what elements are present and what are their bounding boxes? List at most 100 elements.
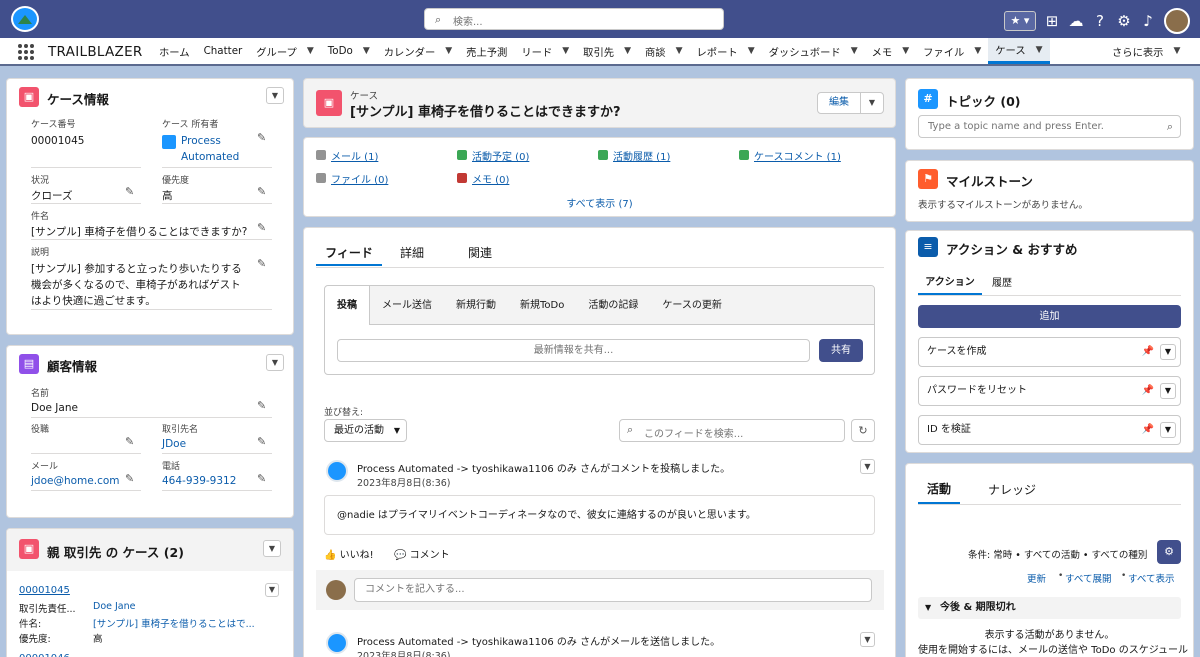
chevron-down-icon[interactable]: ▼ — [748, 46, 755, 56]
pin-icon[interactable]: 📌 — [1142, 338, 1154, 366]
edit-role-icon[interactable]: ✎ — [125, 435, 134, 448]
phone-link[interactable]: 464-939-9312 — [162, 475, 236, 487]
app-launcher-icon[interactable] — [18, 44, 34, 60]
chevron-down-icon[interactable]: ▼ — [363, 46, 370, 56]
post-menu-button[interactable]: ▼ — [860, 459, 875, 474]
related-link-notes[interactable]: メモ (0) — [472, 171, 509, 186]
account-link[interactable]: JDoe — [162, 438, 186, 450]
tab-details[interactable]: 詳細 — [400, 244, 424, 261]
tab-history[interactable]: 履歴 — [992, 274, 1012, 289]
publisher-tab-0[interactable]: 投稿 — [325, 286, 370, 325]
nav-item-12[interactable]: ファイル ▼ — [916, 38, 988, 64]
topic-input[interactable]: Type a topic name and press Enter. ⌕ — [918, 115, 1181, 138]
edit-button[interactable]: 編集 — [817, 92, 861, 114]
help-icon[interactable]: ? — [1092, 13, 1108, 29]
customer-menu-button[interactable]: ▼ — [266, 354, 284, 371]
publisher-tab-1[interactable]: メール送信 — [370, 286, 444, 325]
related-link-files[interactable]: ファイル (0) — [331, 171, 388, 186]
refresh-link[interactable]: 更新 — [1027, 571, 1046, 585]
parent-cases-menu-button[interactable]: ▼ — [263, 540, 281, 557]
like-button[interactable]: 👍 いいね! — [324, 546, 374, 561]
nav-item-7[interactable]: 取引先 ▼ — [576, 38, 638, 64]
email-link[interactable]: jdoe@home.com — [31, 475, 120, 487]
chevron-down-icon[interactable]: ▼ — [974, 46, 981, 56]
chevron-down-icon[interactable]: ▼ — [1160, 422, 1176, 438]
parent-case-number-link[interactable]: 00001045 — [19, 585, 70, 596]
publisher-tab-3[interactable]: 新規ToDo — [508, 286, 576, 325]
subject-link[interactable]: [サンプル] 車椅子を借りることはで... — [93, 616, 255, 630]
edit-priority-icon[interactable]: ✎ — [257, 185, 266, 198]
action-item[interactable]: ケースを作成 📌 ▼ — [918, 337, 1181, 367]
edit-account-icon[interactable]: ✎ — [257, 435, 266, 448]
chevron-down-icon[interactable]: ▼ — [1160, 344, 1176, 360]
chevron-down-icon[interactable]: ▼ — [851, 46, 858, 56]
share-button[interactable]: 共有 — [819, 339, 863, 362]
trailhead-logo[interactable] — [11, 6, 39, 32]
pin-icon[interactable]: 📌 — [1142, 416, 1154, 444]
parent-case-number-link[interactable]: 00001046 — [19, 653, 70, 657]
related-link-activity-history[interactable]: 活動履歴 (1) — [613, 148, 670, 163]
comment-button[interactable]: 💬 コメント — [394, 546, 450, 561]
nav-item-9[interactable]: レポート ▼ — [690, 38, 762, 64]
gear-icon[interactable]: ⚙ — [1157, 540, 1181, 564]
tab-related[interactable]: 関連 — [468, 244, 492, 261]
chevron-down-icon[interactable]: ▼ — [902, 46, 909, 56]
edit-status-icon[interactable]: ✎ — [125, 185, 134, 198]
feed-search-input[interactable]: ⌕ このフィードを検索... — [619, 419, 845, 442]
edit-subject-icon[interactable]: ✎ — [257, 221, 266, 234]
post-menu-button[interactable]: ▼ — [860, 632, 875, 647]
trailhead-icon[interactable]: ☁ — [1068, 13, 1084, 29]
chevron-down-icon[interactable]: ▼ — [445, 46, 452, 56]
tab-actions[interactable]: アクション — [918, 273, 982, 295]
upcoming-overdue-section[interactable]: ▼ 今後 & 期限切れ — [918, 597, 1181, 619]
related-link-email[interactable]: メール (1) — [331, 148, 378, 163]
nav-item-1[interactable]: Chatter — [197, 38, 250, 64]
chevron-down-icon[interactable]: ▼ — [676, 46, 683, 56]
case-owner-link-line2[interactable]: Automated — [181, 151, 239, 163]
share-update-input[interactable]: 最新情報を共有... — [337, 339, 810, 362]
nav-item-10[interactable]: ダッシュボード ▼ — [762, 38, 865, 64]
edit-phone-icon[interactable]: ✎ — [257, 472, 266, 485]
nav-item-6[interactable]: リード ▼ — [514, 38, 576, 64]
post-timestamp[interactable]: 2023年8月8日(8:36) — [357, 475, 451, 489]
add-action-button[interactable]: 追加 — [918, 305, 1181, 328]
post-timestamp[interactable]: 2023年8月8日(8:36) — [357, 648, 451, 657]
nav-item-0[interactable]: ホーム — [152, 38, 197, 64]
user-avatar[interactable] — [1164, 8, 1190, 34]
nav-item-3[interactable]: ToDo ▼ — [321, 38, 377, 64]
gear-icon[interactable]: ⚙ — [1116, 13, 1132, 29]
nav-item-5[interactable]: 売上予測 — [459, 38, 514, 64]
related-link-open-activities[interactable]: 活動予定 (0) — [472, 148, 529, 163]
chevron-down-icon[interactable]: ▼ — [1160, 383, 1176, 399]
add-icon[interactable]: ⊞ — [1044, 13, 1060, 29]
pin-icon[interactable]: 📌 — [1142, 377, 1154, 405]
global-search-input[interactable]: ⌕ 検索... — [424, 8, 724, 30]
related-link-case-comments[interactable]: ケースコメント (1) — [754, 148, 841, 163]
tab-knowledge[interactable]: ナレッジ — [988, 481, 1036, 498]
nav-more[interactable]: さらに表示 ▼ — [1105, 38, 1187, 64]
sort-select[interactable]: 最近の活動 ▼ — [324, 419, 407, 442]
nav-item-4[interactable]: カレンダー ▼ — [377, 38, 459, 64]
chevron-down-icon[interactable]: ▼ — [562, 46, 569, 56]
publisher-tab-4[interactable]: 活動の記録 — [576, 286, 650, 325]
chevron-down-icon[interactable]: ▼ — [1036, 45, 1043, 55]
nav-item-2[interactable]: グループ ▼ — [249, 38, 321, 64]
edit-name-icon[interactable]: ✎ — [257, 399, 266, 412]
comment-input[interactable]: コメントを記入する... — [354, 578, 872, 602]
notification-bell-icon[interactable]: ♪ — [1140, 13, 1156, 29]
edit-owner-icon[interactable]: ✎ — [257, 131, 266, 144]
favorites-button[interactable]: ★ ▾ — [1004, 11, 1036, 31]
edit-email-icon[interactable]: ✎ — [125, 472, 134, 485]
publisher-tab-5[interactable]: ケースの更新 — [650, 286, 734, 325]
case-owner-link[interactable]: Process — [181, 135, 221, 147]
edit-description-icon[interactable]: ✎ — [257, 257, 266, 270]
chevron-down-icon[interactable]: ▼ — [307, 46, 314, 56]
chevron-down-icon[interactable]: ▼ — [624, 46, 631, 56]
nav-item-13[interactable]: ケース ▼ — [988, 38, 1050, 64]
owner-link[interactable]: Doe Jane — [93, 601, 135, 612]
show-all-link[interactable]: すべて表示 (7) — [304, 195, 895, 210]
tab-feed[interactable]: フィード — [316, 244, 382, 266]
case-info-menu-button[interactable]: ▼ — [266, 87, 284, 104]
record-actions-menu-button[interactable]: ▼ — [860, 92, 884, 114]
nav-item-8[interactable]: 商談 ▼ — [638, 38, 690, 64]
